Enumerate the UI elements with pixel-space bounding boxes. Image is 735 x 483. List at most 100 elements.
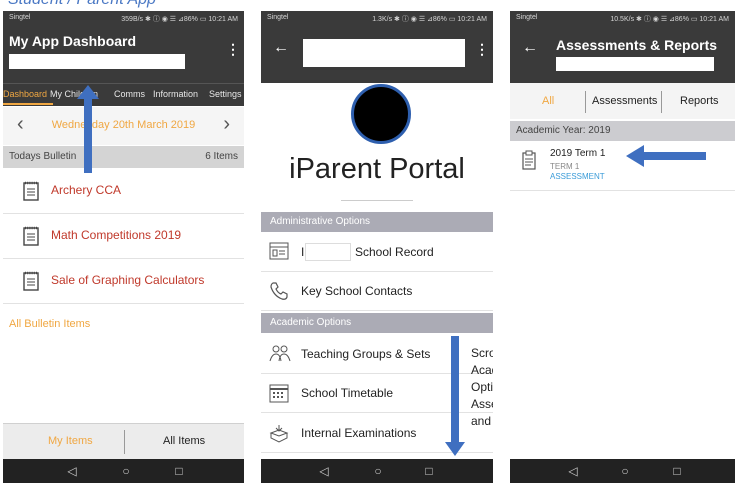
tab-bar: All Assessments Reports (510, 83, 735, 119)
bulletin-item[interactable]: Sale of Graphing Calculators (3, 259, 244, 304)
bulletin-item[interactable]: Archery CCA (3, 169, 244, 214)
app-bar: ← ⋮ (261, 25, 493, 83)
nav-recents-icon[interactable]: □ (169, 463, 189, 479)
divider (585, 91, 586, 113)
document-icon (23, 226, 39, 246)
section-label: Academic Options (270, 317, 352, 328)
carrier-label: Singtel (516, 14, 538, 21)
bulletin-item-label: Math Competitions 2019 (51, 228, 182, 242)
tab-assessments[interactable]: Assessments (592, 95, 657, 107)
back-arrow-icon[interactable]: ← (273, 39, 289, 57)
tab-dashboard[interactable]: Dashboard (3, 89, 47, 99)
arrow-down-icon (445, 336, 465, 456)
date-selector: ‹ Wednesday 20th March 2019 › (3, 107, 244, 145)
arrow-left-icon (626, 145, 706, 167)
tab-all-items[interactable]: All Items (163, 435, 205, 447)
term-tag: ASSESSMENT (550, 172, 605, 181)
tab-settings[interactable]: Settings (209, 89, 242, 99)
term-subtitle: TERM 1 (550, 162, 580, 171)
divider (124, 430, 125, 454)
nav-home-icon[interactable]: ○ (116, 463, 136, 479)
section-label: Administrative Options (270, 216, 371, 227)
clipboard-icon (522, 150, 536, 170)
status-bar: Singtel 10.5K/s ✱ ⓘ ◉ ☰ ⊿86% ▭ 10:21 AM (510, 11, 735, 25)
nav-recents-icon[interactable]: □ (419, 463, 439, 479)
section-header: Administrative Options (261, 212, 493, 232)
page-title: Assessments & Reports (556, 37, 718, 53)
tab-information[interactable]: Information (153, 89, 198, 99)
tab-my-items[interactable]: My Items (48, 435, 93, 447)
nav-back-icon[interactable]: ◁ (563, 463, 583, 479)
nav-home-icon[interactable]: ○ (368, 463, 388, 479)
dashboard-screen: Singtel 359B/s ✱ ⓘ ◉ ☰ ⊿86% ▭ 10:21 AM M… (3, 11, 244, 483)
calendar-icon (269, 384, 289, 403)
divider (661, 91, 662, 113)
menu-item-school-record[interactable]: I School Record (261, 233, 493, 272)
back-arrow-icon[interactable]: ← (522, 39, 538, 57)
system-nav-bar: ◁ ○ □ (3, 459, 244, 483)
note-line: Academic (471, 363, 493, 377)
system-nav-bar: ◁ ○ □ (261, 459, 493, 483)
document-icon (23, 271, 39, 291)
all-bulletin-link[interactable]: All Bulletin Items (9, 318, 90, 330)
section-header: Academic Options (261, 313, 493, 333)
people-icon (269, 345, 291, 362)
more-menu-icon[interactable]: ⋮ (475, 41, 489, 58)
exam-icon (269, 425, 289, 443)
caption: Student / Parent App (8, 0, 156, 9)
redacted-prefix: I (301, 245, 305, 259)
note-line: Options for (471, 380, 493, 394)
status-bar: Singtel 1.3K/s ✱ ⓘ ◉ ☰ ⊿86% ▭ 10:21 AM (261, 11, 493, 25)
bulletin-title: Todays Bulletin (9, 151, 77, 162)
redacted-box (556, 57, 714, 71)
chevron-right-icon[interactable]: › (223, 113, 230, 136)
bulletin-count: 6 Items (205, 151, 238, 162)
tab-all[interactable]: All (542, 95, 554, 107)
status-info: 1.3K/s ✱ ⓘ ◉ ☰ ⊿86% ▭ 10:21 AM (372, 16, 487, 23)
status-info: 10.5K/s ✱ ⓘ ◉ ☰ ⊿86% ▭ 10:21 AM (610, 16, 729, 23)
portal-title: iParent Portal (289, 153, 465, 185)
page-title: My App Dashboard (9, 33, 137, 49)
bottom-tabs: My Items All Items (3, 423, 244, 460)
year-label: Academic Year: 2019 (516, 125, 611, 136)
redacted-box (9, 54, 185, 69)
carrier-label: Singtel (267, 14, 289, 21)
menu-item-label: School Timetable (301, 386, 394, 400)
active-tab-indicator (3, 103, 53, 105)
assessments-screen: Singtel 10.5K/s ✱ ⓘ ◉ ☰ ⊿86% ▭ 10:21 AM … (510, 11, 735, 483)
nav-back-icon[interactable]: ◁ (314, 463, 334, 479)
more-menu-icon[interactable]: ⋮ (226, 41, 240, 58)
nav-home-icon[interactable]: ○ (615, 463, 635, 479)
status-info: 359B/s ✱ ⓘ ◉ ☰ ⊿86% ▭ 10:21 AM (121, 16, 238, 23)
app-bar: My App Dashboard ⋮ (3, 25, 244, 83)
menu-item-key-contacts[interactable]: Key School Contacts (261, 272, 493, 311)
bulletin-item[interactable]: Math Competitions 2019 (3, 214, 244, 259)
note-line: Scroll down (471, 346, 493, 360)
school-logo (351, 84, 411, 144)
bulletin-item-label: Archery CCA (51, 183, 122, 197)
divider (341, 200, 413, 201)
note-line: and Report (471, 414, 493, 428)
phone-icon (270, 282, 288, 300)
bulletin-header: Todays Bulletin 6 Items (3, 146, 244, 168)
annotation-note: Scroll down Academic Options for Assessm… (471, 345, 493, 430)
menu-item-label: Teaching Groups & Sets (301, 347, 431, 361)
menu-item-label: Key School Contacts (301, 284, 413, 298)
menu-item-label: Internal Examinations (301, 426, 417, 440)
redacted-box (303, 39, 465, 67)
note-line: Assessment (471, 397, 493, 411)
term-title: 2019 Term 1 (550, 148, 606, 159)
year-header: Academic Year: 2019 (510, 121, 735, 141)
system-nav-bar: ◁ ○ □ (510, 459, 735, 483)
nav-back-icon[interactable]: ◁ (62, 463, 82, 479)
tab-bar: Dashboard My Children Comms Information … (3, 83, 244, 106)
redacted-box (305, 243, 351, 261)
tab-comms[interactable]: Comms (114, 89, 145, 99)
app-bar: ← Assessments & Reports (510, 25, 735, 83)
tab-reports[interactable]: Reports (680, 95, 719, 107)
nav-recents-icon[interactable]: □ (667, 463, 687, 479)
date-label: Wednesday 20th March 2019 (51, 119, 196, 131)
arrow-up-icon (77, 85, 99, 173)
portal-screen: Singtel 1.3K/s ✱ ⓘ ◉ ☰ ⊿86% ▭ 10:21 AM ←… (261, 11, 493, 483)
caption-strip: Student / Parent App (0, 0, 735, 11)
